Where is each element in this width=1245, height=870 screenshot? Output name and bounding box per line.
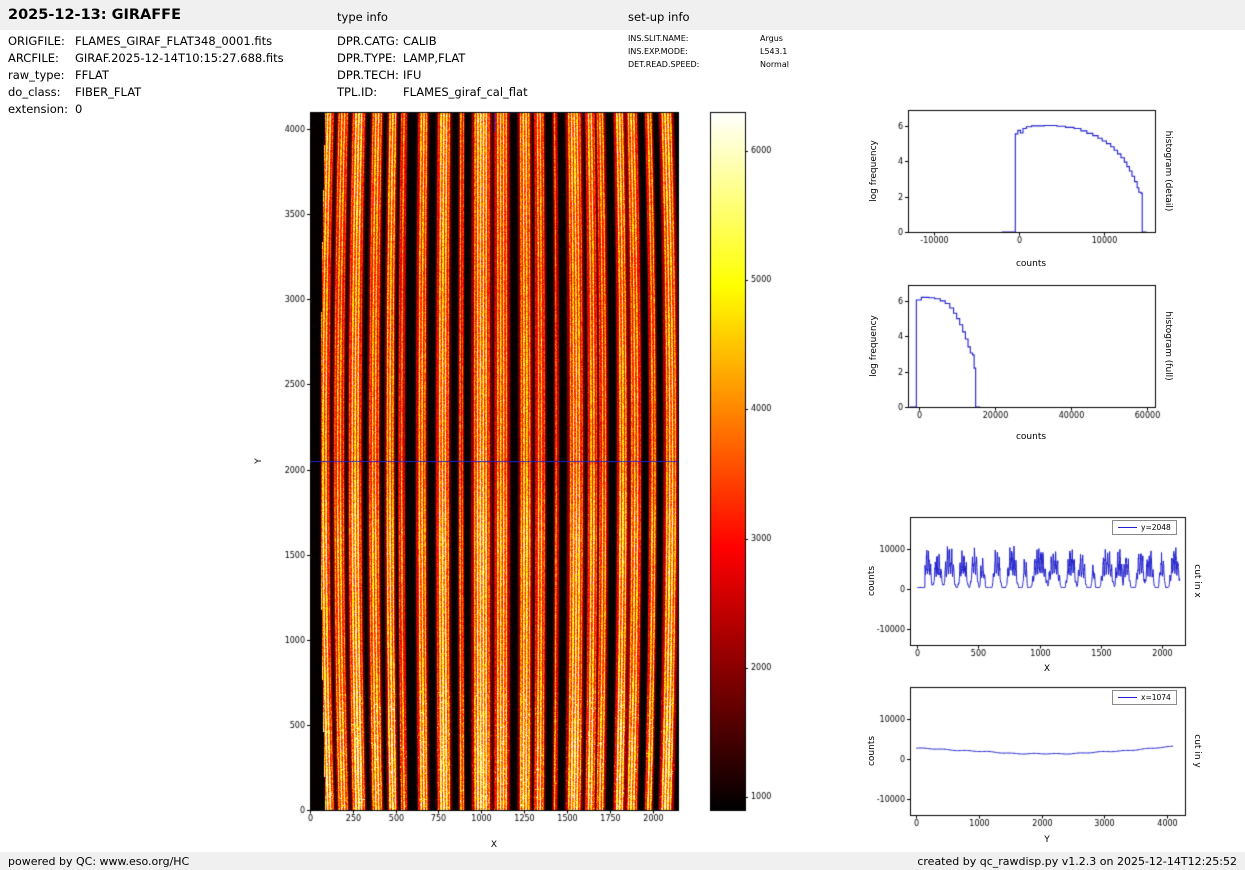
- header-bar: 2025-12-13: GIRAFFE type info set-up inf…: [0, 0, 1245, 30]
- footer-bar: powered by QC: www.eso.org/HC created by…: [0, 852, 1245, 870]
- meta-value: FLAMES_giraf_cal_flat: [403, 85, 528, 99]
- meta-label: do_class:: [8, 84, 75, 101]
- cut-y-right-label: cut in y: [1192, 734, 1202, 767]
- hist-detail-xlabel: counts: [1016, 259, 1046, 269]
- meta-label: ORIGFILE:: [8, 33, 75, 50]
- meta-value: IFU: [403, 68, 421, 82]
- hist-detail-right-label: histogram (detail): [1163, 131, 1173, 212]
- meta-label: DPR.CATG:: [337, 33, 403, 50]
- meta-row: DPR.TECH:IFU: [337, 67, 528, 84]
- meta-row: INS.EXP.MODE:L543.1: [628, 45, 789, 58]
- setup-info-heading: set-up info: [628, 10, 690, 24]
- meta-value: FFLAT: [75, 68, 109, 82]
- footer-right-text: created by qc_rawdisp.py v1.2.3 on 2025-…: [917, 855, 1237, 868]
- meta-label: extension:: [8, 101, 75, 118]
- cut-x-ylabel: counts: [867, 566, 877, 596]
- meta-value: Argus: [760, 34, 783, 43]
- meta-value: Normal: [760, 60, 789, 69]
- meta-row: DPR.TYPE:LAMP,FLAT: [337, 50, 528, 67]
- meta-label: raw_type:: [8, 67, 75, 84]
- file-info-block: ORIGFILE:FLAMES_GIRAF_FLAT348_0001.fits …: [8, 33, 284, 118]
- footer-left-text: powered by QC: www.eso.org/HC: [8, 855, 189, 868]
- histogram-full-canvas: [850, 270, 1195, 455]
- type-info-heading: type info: [337, 10, 388, 24]
- meta-label: DET.READ.SPEED:: [628, 58, 760, 71]
- hist-full-ylabel: log frequency: [869, 315, 879, 377]
- cut-x-legend: y=2048: [1112, 520, 1177, 535]
- hist-detail-ylabel: log frequency: [869, 140, 879, 202]
- meta-value: FLAMES_GIRAF_FLAT348_0001.fits: [75, 34, 272, 48]
- main-figure-canvas: [250, 100, 795, 840]
- meta-label: DPR.TYPE:: [337, 50, 403, 67]
- meta-value: L543.1: [760, 47, 787, 56]
- cut-y-xlabel: Y: [1044, 835, 1050, 845]
- meta-row: INS.SLIT.NAME:Argus: [628, 32, 789, 45]
- cut-x-legend-label: y=2048: [1141, 523, 1171, 532]
- meta-value: GIRAF.2025-12-14T10:15:27.688.fits: [75, 51, 284, 65]
- cut-y-legend-label: x=1074: [1141, 693, 1171, 702]
- setup-info-block: INS.SLIT.NAME:Argus INS.EXP.MODE:L543.1 …: [628, 32, 789, 71]
- main-ylabel: Y: [254, 458, 264, 464]
- meta-row: TPL.ID:FLAMES_giraf_cal_flat: [337, 84, 528, 101]
- meta-label: INS.EXP.MODE:: [628, 45, 760, 58]
- meta-label: ARCFILE:: [8, 50, 75, 67]
- hist-full-xlabel: counts: [1016, 432, 1046, 442]
- meta-value: LAMP,FLAT: [403, 51, 465, 65]
- type-info-block: DPR.CATG:CALIB DPR.TYPE:LAMP,FLAT DPR.TE…: [337, 33, 528, 101]
- meta-row: do_class:FIBER_FLAT: [8, 84, 284, 101]
- meta-row: ORIGFILE:FLAMES_GIRAF_FLAT348_0001.fits: [8, 33, 284, 50]
- meta-label: INS.SLIT.NAME:: [628, 32, 760, 45]
- meta-label: TPL.ID:: [337, 84, 403, 101]
- meta-label: DPR.TECH:: [337, 67, 403, 84]
- cut-x-right-label: cut in x: [1192, 564, 1202, 597]
- legend-line-icon: [1118, 527, 1137, 528]
- cut-y-ylabel: counts: [867, 736, 877, 766]
- meta-row: DPR.CATG:CALIB: [337, 33, 528, 50]
- cut-y-legend: x=1074: [1112, 690, 1177, 705]
- meta-row: raw_type:FFLAT: [8, 67, 284, 84]
- meta-value: CALIB: [403, 34, 437, 48]
- meta-value: 0: [75, 102, 82, 116]
- meta-row: DET.READ.SPEED:Normal: [628, 58, 789, 71]
- meta-value: FIBER_FLAT: [75, 85, 141, 99]
- meta-row: ARCFILE:GIRAF.2025-12-14T10:15:27.688.fi…: [8, 50, 284, 67]
- legend-line-icon: [1118, 697, 1137, 698]
- hist-full-right-label: histogram (full): [1163, 311, 1173, 380]
- page-title: 2025-12-13: GIRAFFE: [8, 7, 181, 23]
- histogram-detail-canvas: [850, 95, 1195, 280]
- main-xlabel: X: [491, 840, 497, 850]
- meta-row: extension:0: [8, 101, 284, 118]
